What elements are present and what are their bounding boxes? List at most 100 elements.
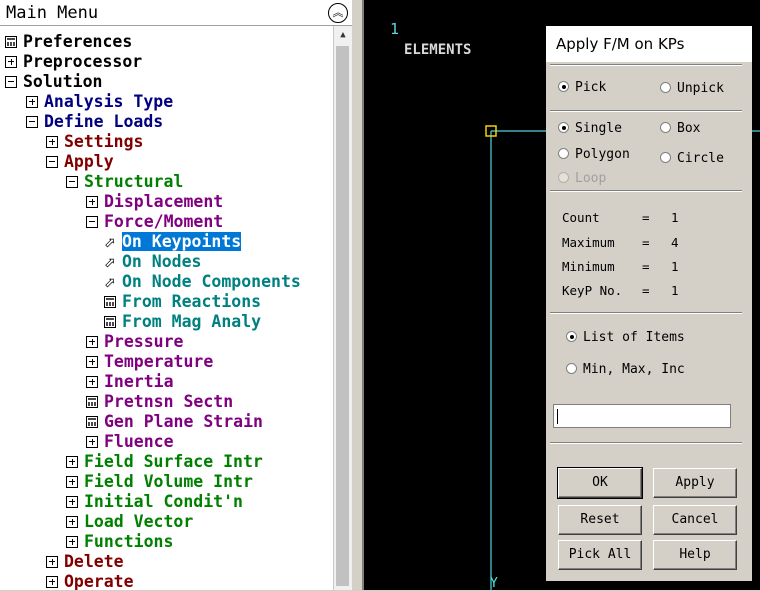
menu-item-field-volume-intr[interactable]: Field Volume Intr (66, 472, 253, 492)
menu-item-label: Field Surface Intr (84, 452, 263, 471)
menu-item-load-vector[interactable]: Load Vector (66, 512, 193, 532)
collapse-tree-icon[interactable] (26, 115, 38, 128)
menu-item-on-keypoints[interactable]: ⬀ On Keypoints (104, 232, 242, 252)
collapse-tree-icon[interactable] (5, 75, 17, 88)
pick-all-button[interactable]: Pick All (558, 540, 642, 570)
expand-icon[interactable] (86, 355, 98, 368)
collapse-icon[interactable]: ︽ (328, 3, 348, 23)
expand-icon[interactable] (46, 555, 58, 568)
radio-pick[interactable]: Pick (558, 80, 606, 95)
menu-item-from-mag-analy[interactable]: From Mag Analy (104, 312, 261, 332)
collapse-tree-icon[interactable] (66, 175, 78, 188)
radio-dot-icon (558, 122, 569, 133)
menu-item-label: Field Volume Intr (84, 472, 253, 491)
main-menu-title: Main Menu (6, 3, 99, 23)
menu-item-label: Inertia (104, 372, 174, 391)
radio-circle[interactable]: Circle (660, 151, 724, 166)
radio-unpick[interactable]: Unpick (660, 81, 724, 96)
main-menu-panel: Main Menu ︽ Preferences Preprocessor Sol… (0, 0, 352, 590)
dialog-body: Pick Unpick Single Box Polygon Circle Lo… (546, 62, 752, 581)
pick-arrow-icon: ⬀ (104, 275, 116, 291)
ok-button[interactable]: OK (557, 467, 643, 499)
help-button[interactable]: Help (653, 540, 737, 570)
radio-dot-icon (660, 82, 671, 93)
menu-item-structural[interactable]: Structural (66, 172, 183, 192)
item-entry-field[interactable] (553, 404, 731, 428)
menu-item-field-surface-intr[interactable]: Field Surface Intr (66, 452, 263, 472)
divider (550, 110, 742, 112)
menu-item-inertia[interactable]: Inertia (86, 372, 174, 392)
menu-item-solution[interactable]: Solution (5, 72, 102, 92)
expand-icon[interactable] (86, 335, 98, 348)
radio-polygon[interactable]: Polygon (558, 147, 630, 162)
menu-item-on-node-components[interactable]: ⬀ On Node Components (104, 272, 301, 292)
reset-button[interactable]: Reset (558, 505, 642, 535)
collapse-tree-icon[interactable] (46, 155, 58, 168)
menu-item-initial-condition[interactable]: Initial Condit'n (66, 492, 243, 512)
radio-list-of-items[interactable]: List of Items (566, 330, 685, 345)
menu-item-label: Structural (84, 172, 184, 191)
menu-item-label: Apply (64, 152, 114, 171)
menu-item-preprocessor[interactable]: Preprocessor (5, 52, 142, 72)
menu-item-label: Gen Plane Strain (104, 412, 263, 431)
expand-icon[interactable] (66, 475, 78, 488)
count-label: Count (562, 210, 600, 225)
radio-dot-icon (558, 148, 569, 159)
divider (550, 312, 742, 314)
minimum-label: Minimum (562, 259, 615, 274)
menu-item-label: Force/Moment (104, 212, 224, 231)
menu-item-fluence[interactable]: Fluence (86, 432, 174, 452)
menu-item-pretnsn-sectn[interactable]: Pretnsn Sectn (86, 392, 233, 412)
command-icon (104, 295, 116, 308)
menu-item-define-loads[interactable]: Define Loads (26, 112, 163, 132)
menu-item-apply[interactable]: Apply (46, 152, 114, 172)
main-menu-header: Main Menu ︽ (0, 0, 352, 26)
expand-icon[interactable] (26, 95, 38, 108)
apply-button[interactable]: Apply (653, 468, 737, 498)
expand-icon[interactable] (86, 435, 98, 448)
radio-single[interactable]: Single (558, 121, 622, 136)
menu-item-delete[interactable]: Delete (46, 552, 124, 572)
menu-item-preferences[interactable]: Preferences (5, 32, 132, 52)
menu-item-pressure[interactable]: Pressure (86, 332, 183, 352)
menu-item-label: Pretnsn Sectn (104, 392, 234, 411)
divider (550, 190, 742, 192)
radio-box[interactable]: Box (660, 121, 700, 136)
expand-icon[interactable] (46, 575, 58, 588)
menu-scrollbar[interactable]: ▲ (333, 26, 352, 590)
menu-item-label: Solution (23, 72, 103, 91)
apply-fm-dialog: Apply F/M on KPs Pick Unpick Single Box … (546, 26, 752, 581)
menu-item-force-moment[interactable]: Force/Moment (86, 212, 223, 232)
menu-item-functions[interactable]: Functions (66, 532, 173, 552)
menu-item-temperature[interactable]: Temperature (86, 352, 213, 372)
menu-item-from-reactions[interactable]: From Reactions (104, 292, 261, 312)
expand-icon[interactable] (46, 135, 58, 148)
menu-item-label: Load Vector (84, 512, 194, 531)
expand-icon[interactable] (66, 515, 78, 528)
expand-icon[interactable] (66, 495, 78, 508)
menu-item-label: Displacement (104, 192, 224, 211)
expand-icon[interactable] (5, 55, 17, 68)
menu-item-gen-plane-strain[interactable]: Gen Plane Strain (86, 412, 263, 432)
scroll-thumb[interactable] (336, 46, 349, 586)
menu-tree: Preferences Preprocessor Solution Analys… (0, 30, 333, 590)
menu-item-label: Functions (84, 532, 174, 551)
menu-item-analysis-type[interactable]: Analysis Type (26, 92, 173, 112)
radio-min-max-inc[interactable]: Min, Max, Inc (566, 362, 685, 377)
menu-item-on-nodes[interactable]: ⬀ On Nodes (104, 252, 201, 272)
expand-icon[interactable] (66, 455, 78, 468)
command-icon (86, 395, 98, 408)
menu-item-label: Temperature (104, 352, 214, 371)
collapse-tree-icon[interactable] (86, 215, 98, 228)
menu-item-label: On Node Components (122, 272, 301, 291)
keyp-value: 1 (671, 283, 679, 298)
menu-item-displacement[interactable]: Displacement (86, 192, 223, 212)
scroll-up-icon[interactable]: ▲ (334, 26, 352, 44)
expand-icon[interactable] (66, 535, 78, 548)
expand-icon[interactable] (86, 375, 98, 388)
cancel-button[interactable]: Cancel (653, 505, 737, 535)
menu-item-label: Operate (64, 572, 134, 590)
menu-item-operate[interactable]: Operate (46, 572, 134, 590)
menu-item-settings[interactable]: Settings (46, 132, 143, 152)
expand-icon[interactable] (86, 195, 98, 208)
